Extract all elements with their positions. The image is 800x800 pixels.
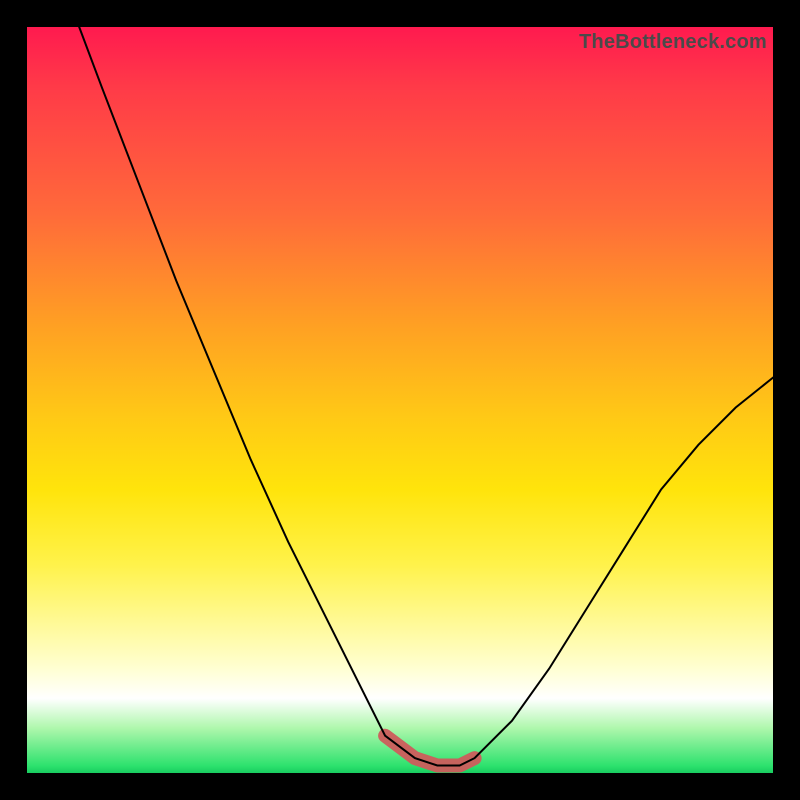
curve-line (79, 27, 773, 766)
curve-svg (27, 27, 773, 773)
valley-highlight (385, 736, 475, 766)
plot-area: TheBottleneck.com (27, 27, 773, 773)
chart-frame: TheBottleneck.com (0, 0, 800, 800)
